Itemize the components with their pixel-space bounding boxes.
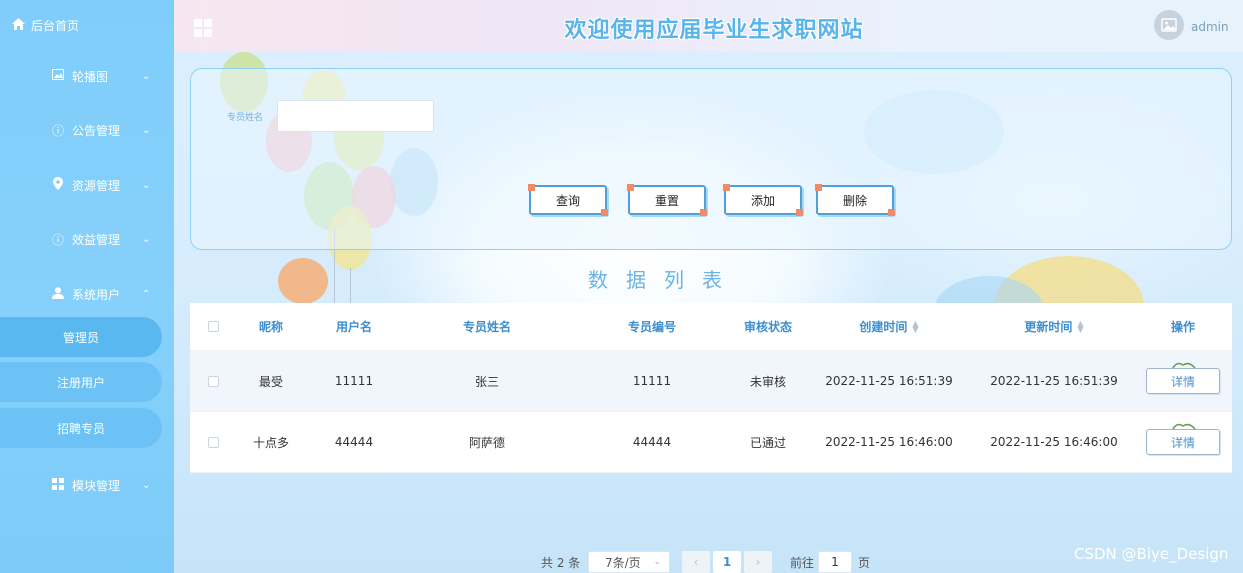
sidebar-item-label: 资源管理 xyxy=(72,178,121,193)
page-size-select[interactable]: 7条/页 ⌄ xyxy=(588,551,670,573)
table-row[interactable]: 十点多 44444 阿萨德 44444 已通过 2022-11-25 16:46… xyxy=(190,412,1232,473)
image-icon xyxy=(1161,18,1177,32)
table-row[interactable]: 最受 11111 张三 11111 未审核 2022-11-25 16:51:3… xyxy=(190,351,1232,412)
chevron-down-icon: ⌄ xyxy=(653,557,661,567)
next-page-button[interactable]: › xyxy=(744,551,772,573)
cell-nickname: 最受 xyxy=(258,374,283,389)
cell-status: 未审核 xyxy=(749,374,786,389)
sort-icon[interactable]: ▲ ▼ xyxy=(1077,319,1083,333)
menu-toggle-icon[interactable] xyxy=(194,19,212,37)
query-button[interactable]: 查询 xyxy=(528,184,608,216)
cell-number: 44444 xyxy=(632,435,672,449)
sidebar-subitem-recruiters[interactable]: 招聘专员 xyxy=(0,408,162,448)
cell-updated: 2022-11-25 16:46:00 xyxy=(990,435,1118,449)
column-header: 操作 xyxy=(1170,320,1195,334)
chevron-down-icon: ⌄ xyxy=(142,479,151,491)
prev-page-button[interactable]: ‹ xyxy=(682,551,710,573)
chevron-down-icon: ⌄ xyxy=(142,179,151,191)
sidebar-item-label: 公告管理 xyxy=(72,123,121,138)
info-icon: ⓘ xyxy=(51,232,64,247)
column-header: 用户名 xyxy=(335,320,372,334)
chevron-down-icon: ⌄ xyxy=(142,124,151,136)
sidebar-item-notice[interactable]: ⓘ 公告管理 ⌄ xyxy=(0,115,174,145)
leaf-decoration-icon xyxy=(1172,423,1196,430)
sidebar-item-label: 系统用户 xyxy=(72,287,121,302)
name-search-input[interactable] xyxy=(277,100,434,132)
row-checkbox[interactable] xyxy=(207,375,219,387)
info-icon: ⓘ xyxy=(51,123,64,138)
cell-number: 11111 xyxy=(632,374,672,388)
pagination-total: 共 2 条 xyxy=(541,555,581,570)
username-label[interactable]: admin xyxy=(1191,20,1229,34)
location-icon xyxy=(50,177,66,193)
chevron-up-icon: ⌃ xyxy=(142,288,151,300)
sidebar-item-label: 效益管理 xyxy=(72,232,121,247)
table-header: 昵称 用户名 专员姓名 专员编号 审核状态 创建时间 ▲ ▼ 更新时间 ▲ ▼ 操作 xyxy=(190,303,1232,351)
sidebar-item-label: 模块管理 xyxy=(72,478,121,493)
cell-username: 44444 xyxy=(334,435,374,449)
add-button[interactable]: 添加 xyxy=(723,184,803,216)
row-checkbox[interactable] xyxy=(207,436,219,448)
sidebar-item-home[interactable]: 后台首页 xyxy=(0,0,174,50)
watermark: CSDN @Biye_Design xyxy=(1074,545,1229,563)
avatar[interactable] xyxy=(1154,10,1184,40)
column-header-updated[interactable]: 更新时间 ▲ ▼ xyxy=(974,303,1134,350)
sidebar-item-system-users[interactable]: 系统用户 ⌃ xyxy=(0,279,174,309)
delete-button[interactable]: 删除 xyxy=(815,184,895,216)
cell-created: 2022-11-25 16:51:39 xyxy=(825,374,953,388)
site-title: 欢迎使用应届毕业生求职网站 xyxy=(564,18,864,43)
goto-page-input[interactable]: 1 xyxy=(818,551,852,573)
sidebar-subitem-registered-users[interactable]: 注册用户 xyxy=(0,362,162,402)
sidebar: 后台首页 轮播图 ⌄ ⓘ 公告管理 ⌄ 资源管理 ⌄ ⓘ 效益管理 ⌄ 系统用户… xyxy=(0,0,174,573)
sidebar-subitem-admin[interactable]: 管理员 xyxy=(0,317,162,357)
cell-status: 已通过 xyxy=(749,435,786,450)
column-header: 专员姓名 xyxy=(462,320,511,334)
detail-button-label: 详情 xyxy=(1170,374,1195,389)
column-header: 专员编号 xyxy=(627,320,676,334)
chevron-down-icon: ⌄ xyxy=(142,233,151,245)
sidebar-item-carousel[interactable]: 轮播图 ⌄ xyxy=(0,61,174,91)
chevron-down-icon: ⌄ xyxy=(142,70,151,82)
sort-icon[interactable]: ▲ ▼ xyxy=(912,319,918,333)
sidebar-item-resources[interactable]: 资源管理 ⌄ xyxy=(0,170,174,200)
section-title: 数据列表 xyxy=(588,268,740,292)
search-panel: 专员姓名 查询 重置 添加 删除 xyxy=(190,68,1232,250)
column-header-label: 创建时间 xyxy=(859,320,908,334)
grid-icon xyxy=(50,477,66,493)
main-content: 欢迎使用应届毕业生求职网站 admin 专员姓名 查询 重置 添加 删除 数据列… xyxy=(174,0,1243,573)
leaf-decoration-icon xyxy=(1172,362,1196,369)
goto-label: 前往 xyxy=(790,555,815,570)
detail-button[interactable]: 详情 xyxy=(1146,362,1220,394)
cell-updated: 2022-11-25 16:51:39 xyxy=(990,374,1118,388)
page-number-button[interactable]: 1 xyxy=(713,551,741,573)
cell-username: 11111 xyxy=(334,374,374,388)
balloon-string xyxy=(350,268,351,304)
column-header-label: 更新时间 xyxy=(1024,320,1073,334)
user-icon xyxy=(50,286,66,302)
sidebar-item-label: 轮播图 xyxy=(72,69,109,84)
column-header: 审核状态 xyxy=(743,320,792,334)
cell-nickname: 十点多 xyxy=(252,435,289,450)
sidebar-item-benefits[interactable]: ⓘ 效益管理 ⌄ xyxy=(0,224,174,254)
image-icon xyxy=(50,69,66,83)
home-icon xyxy=(12,17,25,33)
cell-name: 阿萨德 xyxy=(468,435,505,450)
detail-button-label: 详情 xyxy=(1170,435,1195,450)
data-table: 昵称 用户名 专员姓名 专员编号 审核状态 创建时间 ▲ ▼ 更新时间 ▲ ▼ 操作… xyxy=(190,303,1232,473)
cell-name: 张三 xyxy=(474,374,499,389)
column-header: 昵称 xyxy=(258,320,283,334)
reset-button[interactable]: 重置 xyxy=(627,184,707,216)
column-header-created[interactable]: 创建时间 ▲ ▼ xyxy=(804,303,974,350)
cell-created: 2022-11-25 16:46:00 xyxy=(825,435,953,449)
sidebar-home-label: 后台首页 xyxy=(31,18,80,33)
detail-button[interactable]: 详情 xyxy=(1146,423,1220,455)
child-figure-decoration xyxy=(278,258,328,304)
select-all-checkbox[interactable] xyxy=(207,321,219,332)
search-field-label: 专员姓名 xyxy=(227,113,264,123)
page-size-value: 7条/页 xyxy=(605,555,641,570)
page-suffix-label: 页 xyxy=(858,555,871,570)
sidebar-item-modules[interactable]: 模块管理 ⌄ xyxy=(0,470,174,500)
